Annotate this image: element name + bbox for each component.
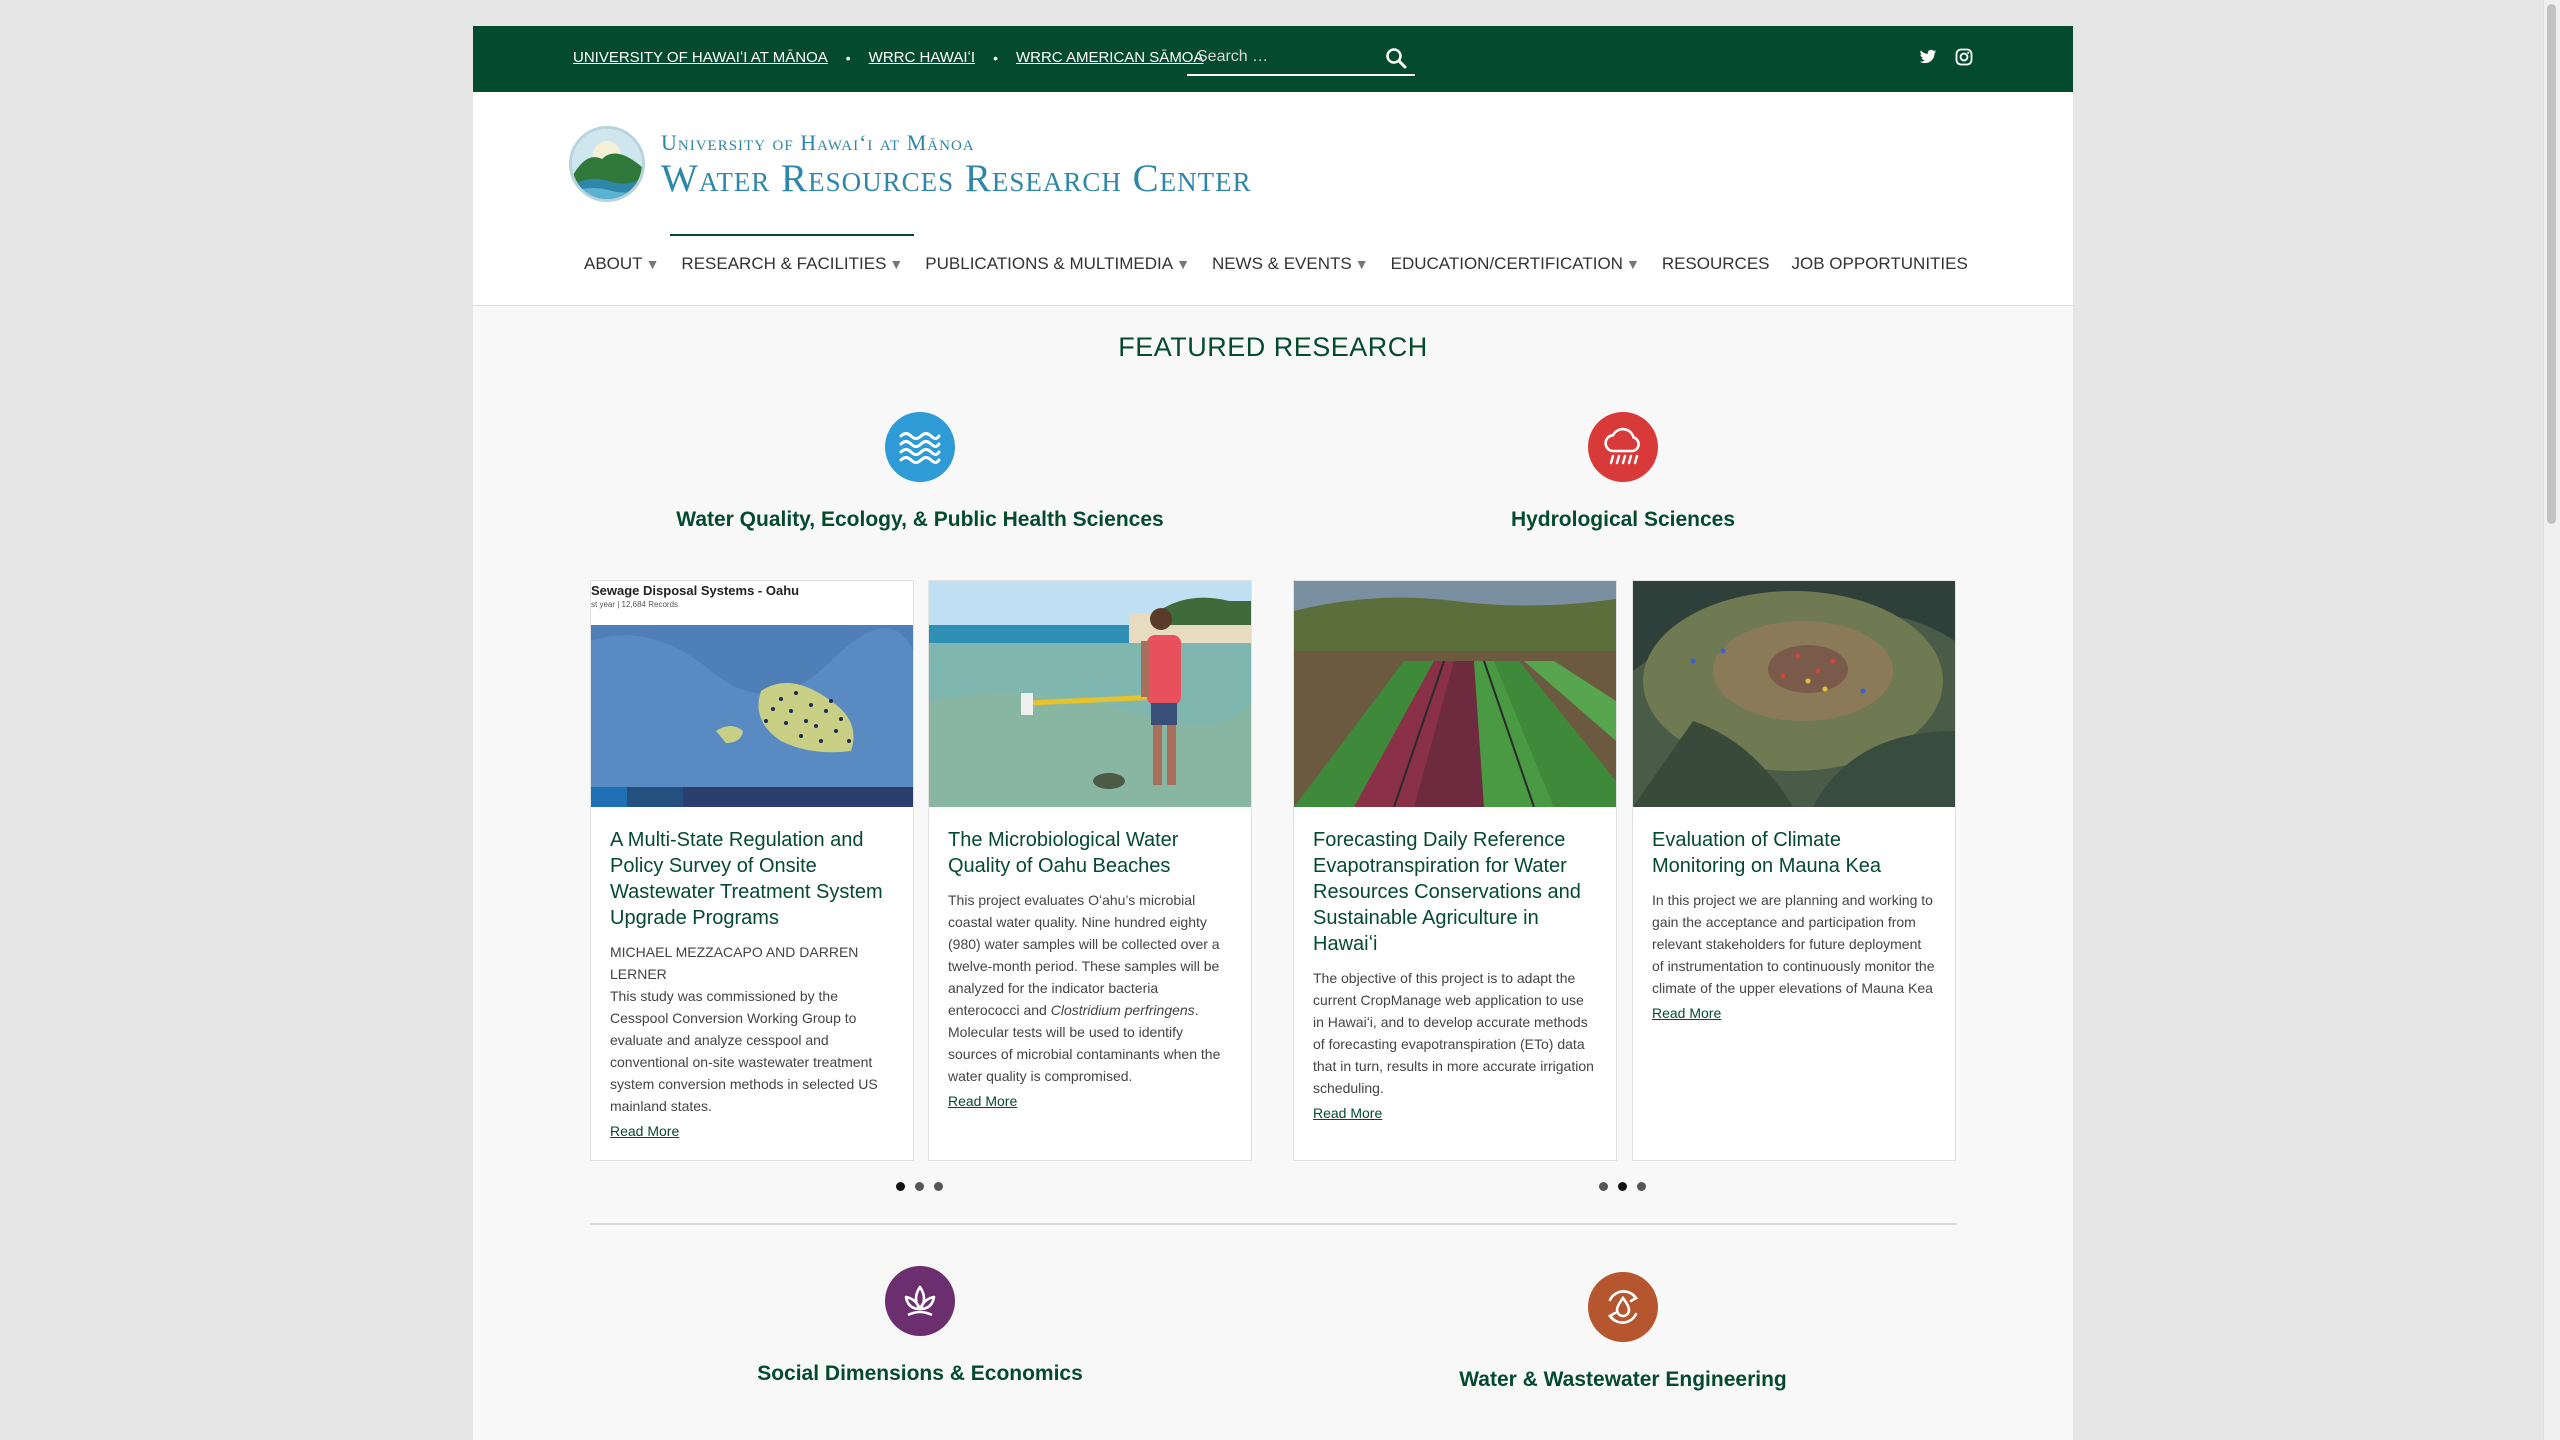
wrrc-logo[interactable] (569, 126, 645, 202)
card-image-mauna-kea (1633, 581, 1955, 807)
nav-education-certification[interactable]: EDUCATION/CERTIFICATION ▼ (1380, 252, 1651, 292)
nav-label: RESOURCES (1661, 254, 1770, 273)
caret-down-icon: ▼ (645, 256, 660, 272)
brand-center-name[interactable]: Water Resources Research Center (661, 156, 1252, 201)
main-nav: ABOUT ▼ RESEARCH & FACILITIES ▼ PUBLICATIO… (573, 234, 1979, 292)
card-image-map: Sewage Disposal Systems - Oahu st year |… (591, 581, 913, 807)
search-box (1187, 42, 1415, 76)
nav-job-opportunities[interactable]: JOB OPPORTUNITIES (1781, 252, 1979, 292)
featured-research-title: FEATURED RESEARCH (1118, 332, 1428, 362)
link-wrrc-hawaii[interactable]: WRRC HAWAIʻI (869, 49, 975, 66)
category-water-quality: Water Quality, Ecology, & Public Health … (590, 412, 1250, 532)
carousel-dots-right (1599, 1182, 1646, 1191)
search-icon[interactable] (1385, 47, 1407, 69)
category-water-wastewater: Water & Wastewater Engineering (1293, 1272, 1953, 1392)
nav-research-facilities[interactable]: RESEARCH & FACILITIES ▼ (670, 234, 915, 292)
map-sub-caption: st year | 12,684 Records (591, 600, 679, 609)
read-more-link[interactable]: Read More (1313, 1105, 1597, 1121)
category-title[interactable]: Water Quality, Ecology, & Public Health … (590, 508, 1250, 532)
map-caption: Sewage Disposal Systems - Oahu (591, 583, 800, 598)
page-scrollbar[interactable] (2543, 0, 2560, 1440)
read-more-link[interactable]: Read More (610, 1123, 894, 1139)
carousel-dots-left (896, 1182, 943, 1191)
nav-label: PUBLICATIONS & MULTIMEDIA (925, 254, 1174, 273)
nav-about[interactable]: ABOUT ▼ (573, 252, 670, 292)
category-title[interactable]: Social Dimensions & Economics (590, 1362, 1250, 1386)
research-card[interactable]: Sewage Disposal Systems - Oahu st year |… (590, 580, 914, 1161)
species-name: Clostridium perfringens (1050, 1002, 1195, 1018)
card-image-crops (1294, 581, 1616, 807)
scrollbar-thumb[interactable] (2547, 4, 2556, 524)
card-title[interactable]: A Multi-State Regulation and Policy Surv… (610, 827, 894, 931)
recycle-drop-icon (1588, 1272, 1658, 1342)
social-links (1919, 48, 1973, 66)
carousel-dot[interactable] (915, 1182, 924, 1191)
research-card[interactable]: The Microbiological Water Quality of Oah… (928, 580, 1252, 1161)
search-input[interactable] (1187, 42, 1377, 72)
separator-dot: • (845, 49, 851, 66)
card-summary: This project evaluates Oʻahu’s microbial… (948, 889, 1232, 1087)
card-summary: In this project we are planning and work… (1652, 892, 1935, 996)
carousel-dot[interactable] (1599, 1182, 1608, 1191)
card-title[interactable]: The Microbiological Water Quality of Oah… (948, 827, 1232, 879)
card-summary: The objective of this project is to adap… (1313, 970, 1594, 1096)
link-uh-manoa[interactable]: UNIVERSITY OF HAWAIʻI AT MĀNOA (573, 49, 828, 66)
site-header: University of Hawaiʻi at Mānoa Water Res… (473, 92, 2073, 306)
card-image-beach (929, 581, 1251, 807)
caret-down-icon: ▼ (1625, 256, 1640, 272)
card-authors: MICHAEL MEZZACAPO and DARREN LERNER (610, 944, 859, 982)
caret-down-icon: ▼ (1176, 256, 1190, 272)
leaf-sprout-icon (885, 1266, 955, 1336)
link-wrrc-american-samoa[interactable]: WRRC AMERICAN SĀMOA (1016, 49, 1204, 66)
carousel-dot[interactable] (934, 1182, 943, 1191)
caret-down-icon: ▼ (889, 256, 904, 272)
nav-label: EDUCATION/CERTIFICATION (1390, 254, 1623, 273)
category-title[interactable]: Hydrological Sciences (1293, 508, 1953, 532)
nav-label: RESEARCH & FACILITIES (681, 254, 887, 273)
nav-label: NEWS & EVENTS (1211, 254, 1352, 273)
twitter-icon[interactable] (1919, 48, 1937, 66)
card-title[interactable]: Forecasting Daily Reference Evapotranspi… (1313, 827, 1597, 957)
carousel-dot[interactable] (1618, 1182, 1627, 1191)
caret-down-icon: ▼ (1354, 256, 1369, 272)
research-card[interactable]: Evaluation of Climate Monitoring on Maun… (1632, 580, 1956, 1161)
category-title[interactable]: Water & Wastewater Engineering (1293, 1368, 1953, 1392)
water-waves-icon (885, 412, 955, 482)
read-more-link[interactable]: Read More (1652, 1005, 1936, 1021)
rain-cloud-icon (1588, 412, 1658, 482)
nav-label: ABOUT (584, 254, 643, 273)
research-card[interactable]: Forecasting Daily Reference Evapotranspi… (1293, 580, 1617, 1161)
separator-dot: • (993, 49, 998, 66)
carousel-dot[interactable] (1637, 1182, 1646, 1191)
top-bar: UNIVERSITY OF HAWAIʻI AT MĀNOA • WRRC HA… (473, 26, 2073, 92)
card-summary: This study was commissioned by the Cessp… (610, 988, 878, 1114)
instagram-icon[interactable] (1955, 48, 1973, 66)
nav-label: JOB OPPORTUNITIES (1791, 254, 1968, 273)
nav-resources[interactable]: RESOURCES (1651, 252, 1781, 292)
carousel-dot[interactable] (896, 1182, 905, 1191)
page: UNIVERSITY OF HAWAIʻI AT MĀNOA • WRRC HA… (473, 26, 2073, 1440)
category-hydrological: Hydrological Sciences (1293, 412, 1953, 532)
section-divider (590, 1223, 1957, 1225)
category-social-economics: Social Dimensions & Economics (590, 1266, 1250, 1386)
card-title[interactable]: Evaluation of Climate Monitoring on Maun… (1652, 827, 1936, 879)
brand-university: University of Hawaiʻi at Mānoa (661, 130, 975, 155)
read-more-link[interactable]: Read More (948, 1093, 1232, 1109)
summary-text: This project evaluates Oʻahu’s microbial… (948, 892, 1220, 1018)
top-links: UNIVERSITY OF HAWAIʻI AT MĀNOA • WRRC HA… (573, 49, 1203, 66)
nav-publications-multimedia[interactable]: PUBLICATIONS & MULTIMEDIA ▼ (914, 252, 1201, 292)
nav-news-events[interactable]: NEWS & EVENTS ▼ (1201, 252, 1380, 292)
